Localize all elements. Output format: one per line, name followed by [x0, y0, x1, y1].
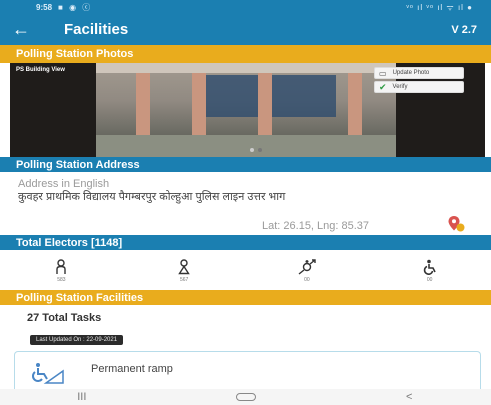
wheelchair-ramp-icon [32, 363, 64, 384]
section-header-electors: Total Electors [1148] [0, 235, 491, 250]
recents-button[interactable]: III [0, 391, 164, 403]
facility-name: Permanent ramp [91, 363, 173, 375]
section-header-photos: Polling Station Photos [0, 45, 491, 63]
male-icon [56, 259, 67, 274]
female-icon [178, 259, 190, 275]
verify-button[interactable]: ✔ Verify [374, 81, 464, 93]
home-icon [235, 393, 256, 402]
nav-back-button[interactable]: < [327, 391, 491, 403]
carousel-indicator [250, 148, 262, 152]
third-gender-count: 00 [304, 277, 310, 283]
photo-label: PS Building View [16, 67, 65, 73]
disabled-icon [423, 259, 436, 275]
elector-disabled[interactable]: 00 [368, 252, 491, 290]
signal-battery-icons: ᵛᵒ ıl ᵛᵒ ıl ᯤ ıl ● [406, 2, 473, 12]
polling-station-photo[interactable]: PS Building View ▭ Update Photo ✔ Verify [10, 63, 485, 157]
app-screen: 9:58 ■ ◉ ⓒ ᵛᵒ ıl ᵛᵒ ıl ᯤ ıl ● ← Faciliti… [0, 0, 491, 405]
app-bar: ← Facilities V 2.7 [0, 14, 491, 45]
address-label: Address in English [18, 178, 110, 190]
location-pin-icon[interactable] [447, 215, 465, 233]
female-count: 567 [179, 277, 189, 283]
address-text: कुवहर प्राथमिक विद्यालय पैगम्बरपुर कोल्ह… [18, 191, 286, 203]
elector-third-gender[interactable]: 00 [246, 252, 369, 290]
lat-lng: Lat: 26.15, Lng: 85.37 [262, 220, 370, 232]
status-bar: 9:58 ■ ◉ ⓒ ᵛᵒ ıl ᵛᵒ ıl ᯤ ıl ● [0, 0, 491, 14]
app-version: V 2.7 [451, 23, 477, 36]
elector-male[interactable]: 583 [0, 252, 123, 290]
update-photo-label: Update Photo [392, 70, 430, 76]
disabled-count: 00 [426, 277, 433, 283]
image-icon: ▭ [379, 68, 387, 78]
total-tasks: 27 Total Tasks [27, 312, 102, 324]
section-title-address: Polling Station Address [16, 158, 140, 171]
home-button[interactable] [164, 391, 328, 403]
facility-card-permanent-ramp[interactable]: Permanent ramp [14, 351, 481, 389]
section-title-facilities: Polling Station Facilities [16, 291, 144, 304]
building-image [96, 63, 396, 157]
last-updated-badge: Last Updated On : 22-09-2021 [30, 335, 124, 345]
section-header-address: Polling Station Address [0, 157, 491, 172]
section-title-photos: Polling Station Photos [16, 48, 134, 60]
elector-female[interactable]: 567 [123, 252, 246, 290]
status-time: 9:58 [36, 2, 53, 12]
male-count: 583 [57, 277, 66, 283]
verify-label: Verify [392, 84, 408, 90]
back-arrow-icon[interactable]: ← [0, 19, 42, 40]
update-photo-button[interactable]: ▭ Update Photo [374, 67, 464, 79]
page-title: Facilities [64, 21, 129, 38]
electors-breakdown: 583 567 00 00 [0, 252, 491, 290]
third-gender-icon [298, 259, 316, 275]
checkmark-icon: ✔ [379, 81, 387, 92]
total-electors: Total Electors [1148] [16, 236, 123, 249]
notification-icons: ■ ◉ ⓒ [58, 2, 93, 12]
system-navigation-bar: III < [0, 389, 491, 405]
section-header-facilities: Polling Station Facilities [0, 290, 491, 305]
